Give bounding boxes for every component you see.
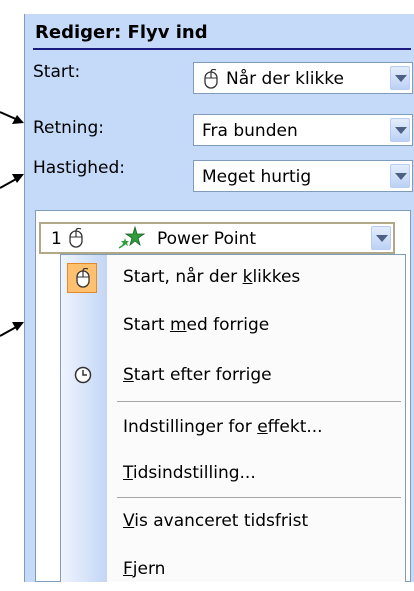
chevron-down-icon[interactable] <box>371 226 391 250</box>
menu-item-label: Start efter forrige <box>123 365 272 385</box>
menu-item-timing[interactable]: Tidsindstilling... <box>61 451 405 495</box>
menu-item-start-on-click[interactable]: Start, når der klikkes <box>61 255 405 299</box>
animation-list-item[interactable]: 1 Power Point <box>39 222 395 254</box>
speed-label: Hastighed: <box>33 158 125 178</box>
mouse-icon <box>204 69 218 89</box>
chevron-down-icon[interactable] <box>390 164 410 188</box>
chevron-down-icon[interactable] <box>390 118 410 142</box>
menu-item-show-advanced-timeline[interactable]: Vis avanceret tidsfrist <box>61 499 405 543</box>
menu-item-label: Fjern <box>123 559 166 579</box>
menu-item-label: Start med forrige <box>123 315 270 335</box>
speed-value: Meget hurtig <box>202 167 312 187</box>
annotation-arrow-icon <box>0 111 24 124</box>
direction-dropdown[interactable]: Fra bunden <box>193 114 413 146</box>
custom-animation-pane: Rediger: Flyv ind Start: Når der klikke … <box>24 14 414 582</box>
animation-item-name: Power Point <box>157 229 257 249</box>
start-label: Start: <box>33 62 81 82</box>
entrance-effect-star-icon <box>118 226 146 249</box>
mouse-icon <box>76 268 90 288</box>
checked-highlight <box>67 263 97 293</box>
pane-title: Rediger: Flyv ind <box>35 22 208 43</box>
menu-item-label: Tidsindstilling... <box>123 463 256 483</box>
menu-item-start-with-previous[interactable]: Start med forrige <box>61 303 405 347</box>
speed-dropdown[interactable]: Meget hurtig <box>193 160 413 192</box>
animation-order-number: 1 <box>51 229 62 249</box>
menu-item-label: Vis avanceret tidsfrist <box>123 511 309 531</box>
direction-label: Retning: <box>33 118 104 138</box>
menu-separator <box>117 497 401 498</box>
mouse-icon <box>69 228 83 248</box>
clock-icon <box>74 366 92 384</box>
menu-item-label: Indstillinger for effekt... <box>123 417 323 437</box>
menu-item-start-after-previous[interactable]: Start efter forrige <box>61 353 405 397</box>
menu-item-effect-options[interactable]: Indstillinger for effekt... <box>61 405 405 449</box>
animation-context-menu: Start, når der klikkes Start med forrige… <box>60 254 406 582</box>
title-divider <box>33 48 411 50</box>
menu-item-remove[interactable]: Fjern <box>61 547 405 591</box>
menu-separator <box>117 401 401 402</box>
annotation-arrow-icon <box>0 322 24 337</box>
direction-value: Fra bunden <box>202 121 298 141</box>
annotation-arrow-icon <box>0 174 24 189</box>
menu-item-label: Start, når der klikkes <box>123 267 301 287</box>
start-value: Når der klikke <box>226 69 345 89</box>
start-dropdown[interactable]: Når der klikke <box>193 62 413 94</box>
chevron-down-icon[interactable] <box>390 66 410 90</box>
